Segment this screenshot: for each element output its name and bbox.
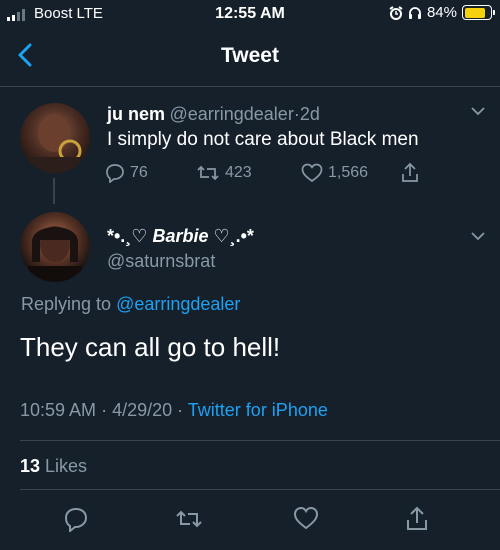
- display-name[interactable]: ju nem: [107, 104, 165, 124]
- name-decoration: *•.¸♡: [107, 226, 153, 246]
- retweet-icon: [175, 506, 202, 532]
- share-icon: [405, 506, 431, 532]
- headphones-icon: [408, 6, 422, 20]
- reply-count: 76: [130, 164, 148, 181]
- heart-icon: [293, 506, 319, 530]
- chevron-down-icon: [471, 231, 485, 241]
- divider: [20, 440, 500, 441]
- chevron-down-icon: [471, 106, 485, 116]
- tweet-text: I simply do not care about Black men: [107, 129, 419, 150]
- reply-icon: [105, 163, 125, 183]
- tweet-header: ju nem @earringdealer·2d: [107, 104, 320, 125]
- like-count: 1,566: [328, 164, 369, 181]
- divider: [20, 489, 500, 490]
- retweet-button[interactable]: [175, 506, 202, 532]
- replying-to: Replying to @earringdealer: [21, 294, 240, 315]
- avatar[interactable]: [20, 212, 90, 282]
- battery-percent: 84%: [426, 4, 457, 21]
- tweet-menu-button[interactable]: [471, 231, 485, 241]
- retweet-count: 423: [225, 164, 252, 181]
- dot-separator: ·: [96, 400, 113, 420]
- reply-button[interactable]: [63, 506, 89, 532]
- reply-button[interactable]: 76: [105, 163, 148, 183]
- divider: [0, 86, 500, 87]
- reply-icon: [63, 506, 89, 532]
- display-name[interactable]: *•.¸♡ Barbie ♡¸.•*: [107, 226, 254, 247]
- alarm-icon: [389, 5, 403, 20]
- name-text: Barbie: [152, 226, 209, 246]
- page-title: Tweet: [221, 44, 279, 67]
- tweet-text: They can all go to hell!: [20, 332, 281, 362]
- username[interactable]: @saturnsbrat: [107, 251, 215, 272]
- replying-handle-link[interactable]: @earringdealer: [116, 294, 240, 314]
- source-client-link[interactable]: Twitter for iPhone: [188, 400, 328, 420]
- tweet-metadata: 10:59 AM · 4/29/20 · Twitter for iPhone: [20, 400, 328, 421]
- status-right: 84%: [389, 4, 495, 21]
- username[interactable]: @earringdealer: [169, 104, 293, 124]
- replying-label: Replying to: [21, 294, 117, 314]
- share-button[interactable]: [405, 506, 431, 532]
- like-button[interactable]: 1,566: [301, 163, 368, 183]
- thread-line: [53, 178, 55, 204]
- tweet-menu-button[interactable]: [471, 106, 485, 116]
- avatar[interactable]: [20, 103, 90, 173]
- heart-icon: [301, 163, 323, 183]
- battery-icon: [462, 5, 495, 20]
- dot-separator: ·: [172, 400, 188, 420]
- share-icon: [400, 162, 420, 184]
- status-bar: Boost LTE 12:55 AM 84%: [0, 0, 500, 30]
- likes-label: Likes: [40, 456, 88, 476]
- tweet-date: 4/29/20: [112, 400, 173, 420]
- share-button[interactable]: [400, 162, 420, 184]
- name-decoration: ♡¸.•*: [208, 226, 254, 246]
- tweet-time: 10:59 AM: [20, 400, 97, 420]
- likes-count: 13: [20, 456, 41, 476]
- retweet-button[interactable]: 423: [196, 163, 252, 183]
- retweet-icon: [196, 163, 220, 183]
- like-button[interactable]: [293, 506, 319, 532]
- tweet-age: 2d: [299, 104, 320, 124]
- likes-stat[interactable]: 13 Likes: [20, 456, 87, 477]
